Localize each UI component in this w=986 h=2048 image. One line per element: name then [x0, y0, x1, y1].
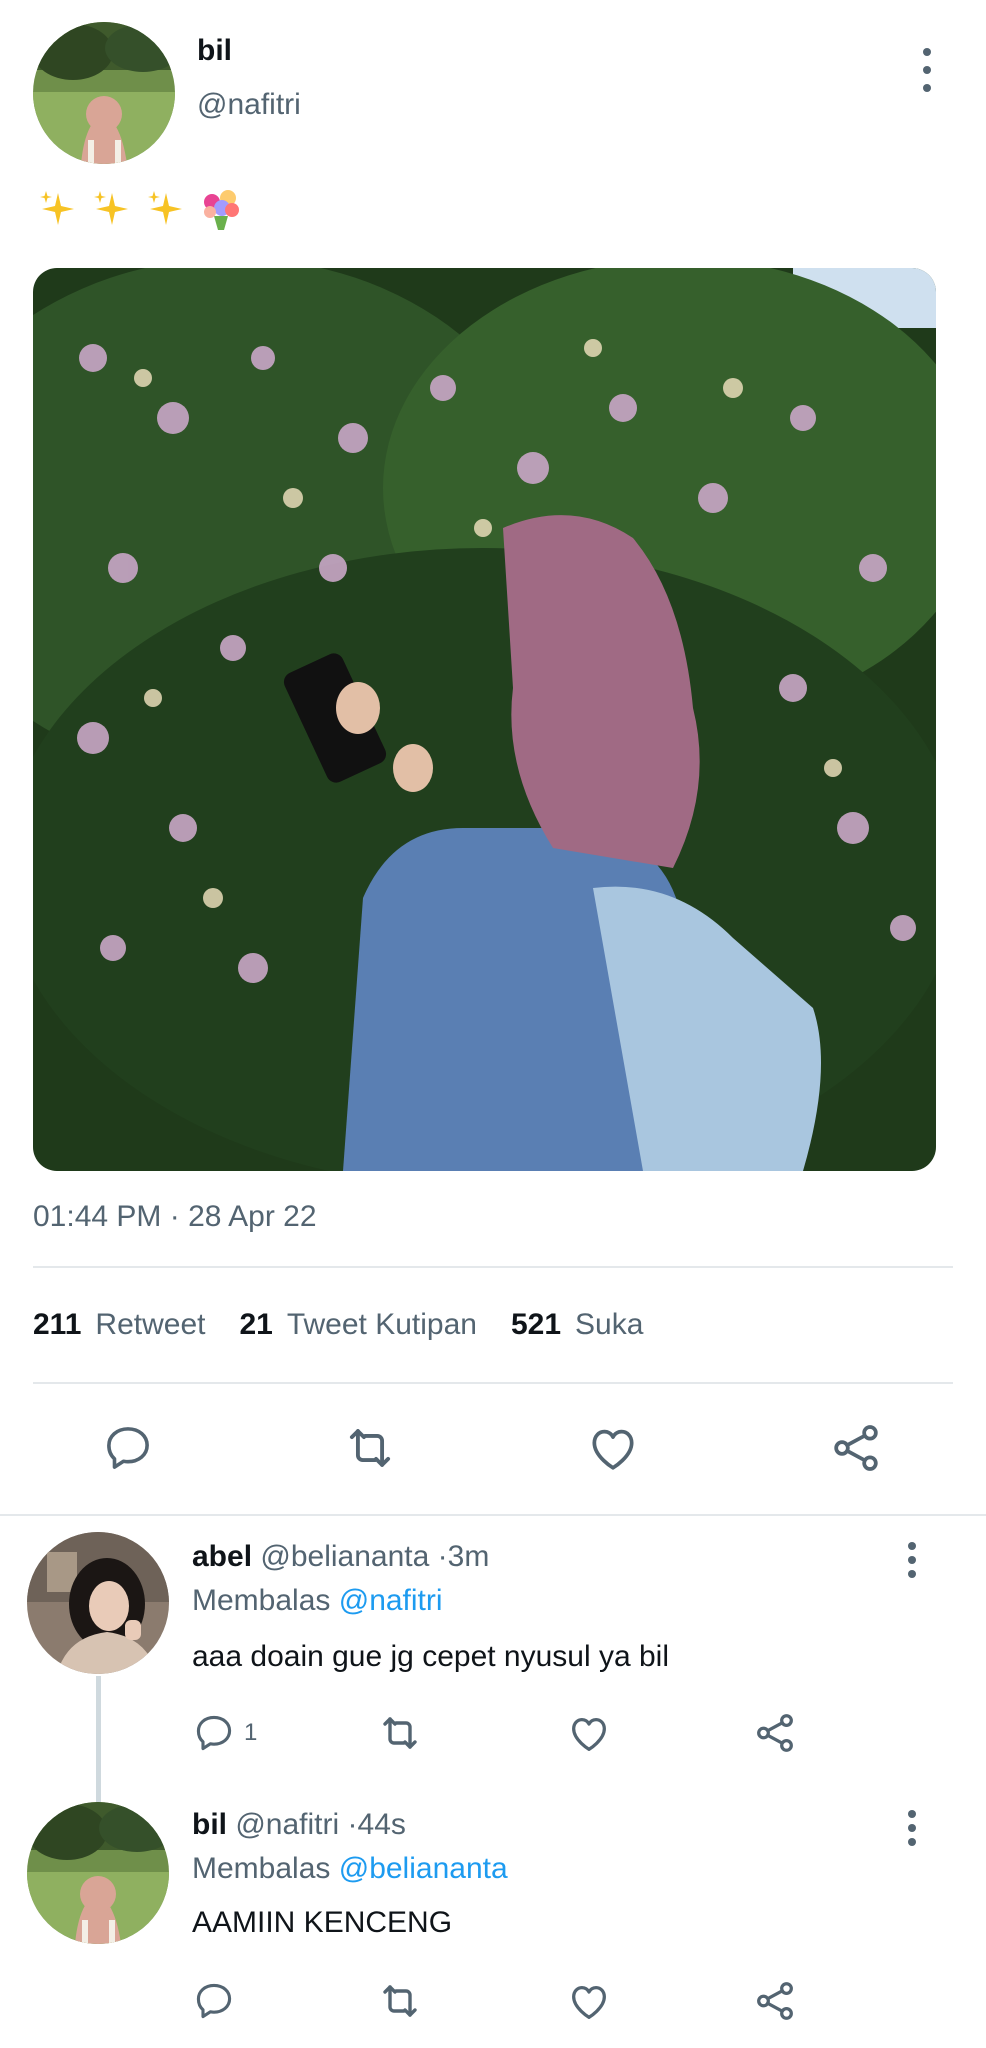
sparkles-emoji [94, 191, 128, 225]
reply-icon [196, 1983, 232, 2019]
reply-text: aaa doain gue jg cepet nyusul ya bil [192, 1640, 670, 1673]
reply-header: bil @nafitri ·44s [192, 1808, 406, 1842]
quote-count: 21 [239, 1308, 273, 1341]
reply-display-name[interactable]: abel [192, 1540, 252, 1573]
retweet-icon[interactable] [376, 1708, 424, 1758]
reply-avatar[interactable] [27, 1802, 169, 1944]
share-icon[interactable] [826, 1418, 886, 1478]
more-vertical-icon[interactable] [912, 48, 942, 92]
like-count: 521 [510, 1308, 562, 1341]
reply-handle[interactable]: @beliananta [260, 1540, 429, 1573]
bouquet-emoji [204, 190, 239, 230]
author-handle[interactable]: @nafitri [197, 88, 301, 122]
separator: · [347, 1808, 358, 1841]
reply-icon[interactable] [98, 1418, 158, 1478]
divider [33, 1266, 953, 1268]
replying-to: Membalas @beliananta [192, 1852, 508, 1886]
avatar-photo [27, 1532, 169, 1674]
separator: · [437, 1540, 448, 1573]
tweet-time: 01:44 PM [33, 1200, 162, 1233]
section-divider [0, 1514, 986, 1516]
replying-to-handle[interactable]: @nafitri [339, 1584, 443, 1617]
reply-action[interactable] [192, 1976, 244, 2026]
more-vertical-icon[interactable] [897, 1542, 927, 1578]
reply-icon [196, 1715, 232, 1751]
reply-time[interactable]: 3m [448, 1540, 490, 1573]
reply-action[interactable]: 1 [192, 1708, 257, 1758]
tweet-stats: 211 Retweet 21 Tweet Kutipan 521 Suka [33, 1308, 677, 1342]
reply-display-name[interactable]: bil [192, 1808, 227, 1841]
like-stat[interactable]: 521 Suka [511, 1308, 643, 1342]
share-icon[interactable] [752, 1708, 798, 1758]
replying-label: Membalas [192, 1852, 331, 1885]
thread-line [96, 1676, 101, 1802]
author-display-name[interactable]: bil [197, 34, 232, 68]
quote-stat[interactable]: 21 Tweet Kutipan [239, 1308, 477, 1342]
replying-to-handle[interactable]: @beliananta [339, 1852, 508, 1885]
sparkles-emoji [40, 191, 74, 225]
reply-time[interactable]: 44s [358, 1808, 406, 1841]
replying-label: Membalas [192, 1584, 331, 1617]
reply-handle[interactable]: @nafitri [235, 1808, 339, 1841]
like-icon[interactable] [566, 1708, 612, 1758]
separator: · [169, 1200, 180, 1233]
retweet-stat[interactable]: 211 Retweet [33, 1308, 205, 1342]
photo-image [33, 268, 936, 1171]
like-icon[interactable] [566, 1976, 612, 2026]
tweet-actions [0, 1418, 986, 1484]
reply-count: 1 [244, 1719, 258, 1746]
tweet-photo[interactable] [33, 268, 936, 1171]
sparkles-emoji [148, 191, 182, 225]
divider [33, 1382, 953, 1384]
more-vertical-icon[interactable] [897, 1810, 927, 1846]
share-icon[interactable] [752, 1976, 798, 2026]
like-icon[interactable] [583, 1418, 643, 1478]
retweet-icon[interactable] [376, 1976, 424, 2026]
tweet-text [36, 186, 244, 232]
tweet-timestamp[interactable]: 01:44 PM · 28 Apr 22 [33, 1200, 317, 1234]
retweet-count: 211 [33, 1308, 82, 1341]
reply-avatar[interactable] [27, 1532, 169, 1674]
reply-text: AAMIIN KENCENG [192, 1906, 453, 1939]
reply-header: abel @beliananta ·3m [192, 1540, 489, 1574]
retweet-icon[interactable] [340, 1418, 400, 1478]
author-avatar[interactable] [33, 22, 175, 164]
avatar-photo [33, 22, 175, 164]
avatar-photo [27, 1802, 169, 1944]
retweet-label: Retweet [95, 1308, 206, 1341]
replying-to: Membalas @nafitri [192, 1584, 443, 1618]
quote-label: Tweet Kutipan [286, 1308, 477, 1341]
tweet-date: 28 Apr 22 [188, 1200, 317, 1233]
like-label: Suka [575, 1308, 644, 1341]
